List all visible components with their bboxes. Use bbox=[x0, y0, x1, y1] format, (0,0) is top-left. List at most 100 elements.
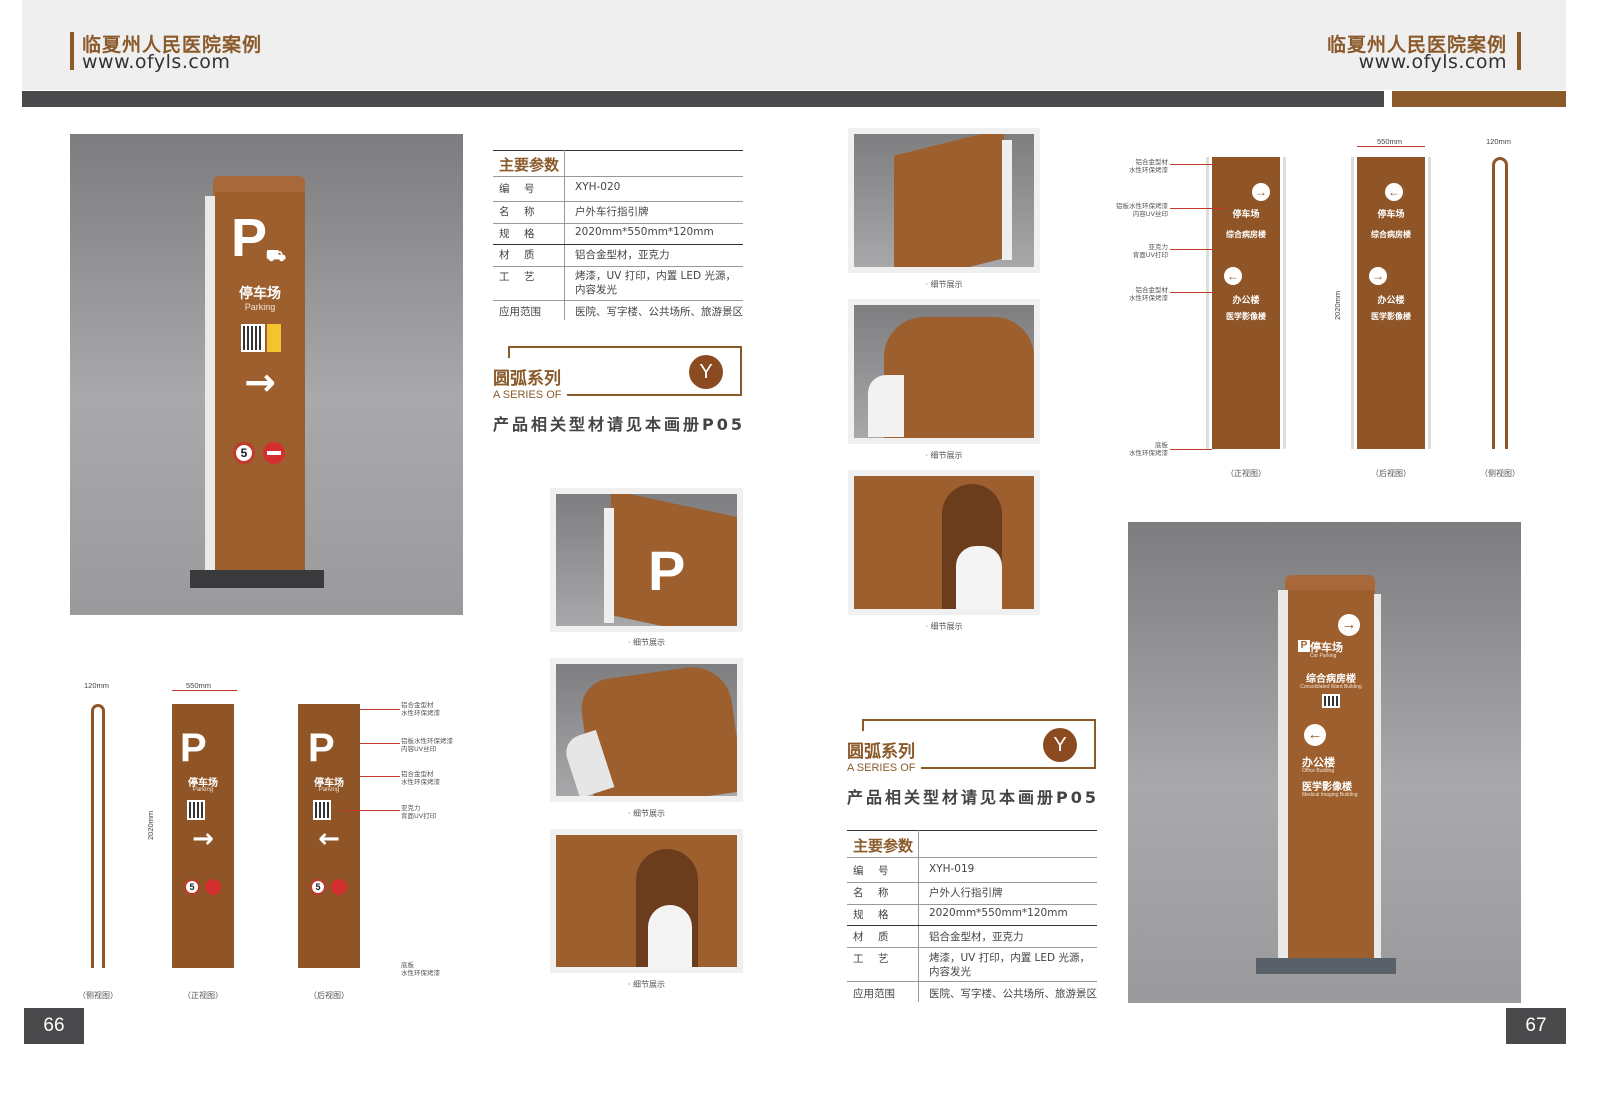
header-left-accent bbox=[70, 32, 74, 70]
back-qr-icon bbox=[313, 800, 331, 820]
back-arrow-left-icon: ← bbox=[1385, 183, 1403, 201]
series-note: 产品相关型材请见本画册P05 bbox=[847, 788, 1099, 807]
back-line2: 综合病房楼 bbox=[1371, 230, 1411, 239]
front-line2: 综合病房楼 bbox=[1226, 230, 1266, 239]
sign-line1-en: Car Parking bbox=[1310, 653, 1337, 659]
drawing-note: 铝合金型材 水性环保烤漆 bbox=[1129, 286, 1168, 302]
back-speed-icon: 5 bbox=[310, 879, 326, 895]
series-title-en: A SERIES OF bbox=[847, 762, 922, 774]
specs-heading: 主要参数 bbox=[853, 837, 914, 855]
qr-code-icon bbox=[1322, 694, 1340, 708]
back-line4: 医学影像楼 bbox=[1371, 312, 1411, 321]
arrow-right-icon: → bbox=[1338, 614, 1360, 636]
drawing-note: 底板 水性环保烤漆 bbox=[1129, 441, 1168, 457]
no-entry-icon bbox=[263, 442, 285, 464]
specs-table-left: 主要参数 编 号 XYH-020 名 称户外车行指引牌 规 格 2020mm*550… bbox=[493, 150, 743, 320]
car-icon: ⛟ bbox=[265, 246, 287, 265]
sign-line3-en: Office Building bbox=[1302, 768, 1335, 774]
back-no-entry-icon bbox=[331, 879, 347, 895]
front-qr-icon bbox=[187, 800, 205, 820]
header-rule-gray bbox=[22, 91, 1384, 107]
sign-base bbox=[190, 570, 324, 588]
dim-depth-label: 120mm bbox=[1486, 137, 1512, 146]
header-right-url: www.ofyls.com bbox=[1358, 51, 1507, 73]
parking-icon: P bbox=[1298, 640, 1310, 652]
view-label-side: （侧视图） bbox=[1480, 469, 1520, 478]
spec-row: 应用范围 医院、写字楼、公共场所、旅游景区 bbox=[499, 306, 743, 318]
specs-heading: 主要参数 bbox=[499, 156, 560, 174]
drawing-note: 铝合金型材 水性环保烤漆 bbox=[401, 701, 440, 717]
dim-depth-label: 120mm bbox=[84, 681, 110, 690]
drawing-note: 亚克力 背面UV打印 bbox=[401, 804, 437, 820]
back-p-letter: P bbox=[308, 726, 335, 770]
drawing-note: 亚克力 背面UV打印 bbox=[1132, 243, 1168, 259]
thumb-caption: · 细节展示 bbox=[925, 451, 963, 460]
front-title-en: Parking bbox=[192, 787, 214, 793]
front-arrow-icon: → bbox=[192, 824, 214, 854]
spec-row: 工 艺烤漆，UV 打印，内置 LED 光源，内容发光 bbox=[853, 952, 1090, 978]
direction-arrow-icon: → bbox=[244, 360, 276, 404]
front-line4: 医学影像楼 bbox=[1226, 312, 1266, 321]
front-line3: 办公楼 bbox=[1232, 296, 1260, 306]
front-arrow-left-icon: ← bbox=[1224, 267, 1242, 285]
front-p-letter: P bbox=[180, 726, 207, 770]
thumb-caption: · 细节展示 bbox=[627, 638, 666, 647]
back-title-en: Parking bbox=[318, 787, 340, 793]
drawing-note: 底板 水性环保烤漆 bbox=[401, 961, 440, 977]
back-view-drawing: ← 停车场 综合病房楼 → 办公楼 医学影像楼 bbox=[1357, 157, 1425, 449]
thumb-caption: · 细节展示 bbox=[925, 280, 963, 289]
header-left-url: www.ofyls.com bbox=[82, 51, 231, 73]
detail-thumb bbox=[550, 658, 743, 802]
sign-base bbox=[1256, 958, 1396, 974]
sign-panel: → P 停车场 Car Parking 综合病房楼 Consolidated W… bbox=[1288, 590, 1374, 958]
series-title-cn: 圆弧系列 bbox=[493, 364, 567, 389]
arrow-left-icon: ← bbox=[1304, 724, 1326, 746]
series-badge-icon: Y bbox=[1043, 728, 1077, 762]
sign-title-en: Parking bbox=[244, 302, 276, 312]
front-speed-icon: 5 bbox=[184, 879, 200, 895]
sign-panel: P ⛟ 停车场 Parking → 5 bbox=[215, 192, 305, 584]
sign-line2-en: Consolidated Ward Building bbox=[1300, 684, 1362, 690]
dim-width-label: 550mm bbox=[1377, 137, 1403, 146]
view-label-back: （后视图） bbox=[309, 991, 349, 1000]
sign-line4-en: Medical Imaging Building bbox=[1302, 792, 1358, 798]
detail-thumb: P bbox=[550, 488, 743, 632]
view-label-front: （正视图） bbox=[1226, 469, 1266, 478]
series-title-en: A SERIES OF bbox=[493, 389, 568, 401]
drawing-note: 铝板水性环保烤漆 内容UV丝印 bbox=[1116, 202, 1168, 218]
sign-line4: 医学影像楼 bbox=[1302, 782, 1352, 793]
back-line1: 停车场 bbox=[1377, 210, 1405, 220]
qr-code-icon bbox=[241, 324, 265, 352]
detail-thumb bbox=[550, 829, 743, 973]
back-arrow-right-icon: → bbox=[1369, 267, 1387, 285]
side-view-drawing bbox=[1492, 157, 1508, 449]
drawing-note: 铝合金型材 水性环保烤漆 bbox=[1129, 158, 1168, 174]
speed-limit-icon: 5 bbox=[233, 442, 255, 464]
main-product-photo-left: P ⛟ 停车场 Parking → 5 bbox=[70, 134, 463, 615]
thumb-caption: · 细节展示 bbox=[925, 622, 963, 631]
back-line3: 办公楼 bbox=[1377, 296, 1405, 306]
thumb-caption: · 细节展示 bbox=[627, 809, 666, 818]
back-view-drawing: P 停车场 Parking ← 5 bbox=[298, 704, 360, 968]
main-product-photo-right: → P 停车场 Car Parking 综合病房楼 Consolidated W… bbox=[1128, 522, 1521, 1003]
sign-title-cn: 停车场 bbox=[239, 286, 281, 302]
detail-thumb bbox=[848, 299, 1040, 444]
spec-row: 应用范围 医院、写字楼、公共场所、旅游景区 bbox=[853, 988, 1097, 1000]
side-view-drawing bbox=[91, 704, 105, 968]
drawing-note: 铝合金型材 水性环保烤漆 bbox=[401, 770, 440, 786]
back-arrow-icon: ← bbox=[318, 824, 340, 854]
header-right-accent bbox=[1517, 32, 1521, 70]
detail-thumb bbox=[848, 470, 1040, 615]
view-label-front: （正视图） bbox=[183, 991, 223, 1000]
spec-row: 工 艺烤漆，UV 打印，内置 LED 光源，内容发光 bbox=[499, 270, 736, 296]
parking-letter: P bbox=[231, 208, 268, 268]
thumb-caption: · 细节展示 bbox=[627, 980, 666, 989]
view-label-back: （后视图） bbox=[1371, 469, 1411, 478]
mobile-map-icon bbox=[267, 324, 281, 352]
front-view-drawing: → 停车场 综合病房楼 ← 办公楼 医学影像楼 bbox=[1212, 157, 1280, 449]
page-number-right: 67 bbox=[1506, 1008, 1566, 1044]
drawing-note: 铝板水性环保烤漆 内容UV丝印 bbox=[401, 737, 453, 753]
front-no-entry-icon bbox=[205, 879, 221, 895]
front-view-drawing: P 停车场 Parking → 5 bbox=[172, 704, 234, 968]
dim-width-label: 550mm bbox=[186, 681, 212, 690]
